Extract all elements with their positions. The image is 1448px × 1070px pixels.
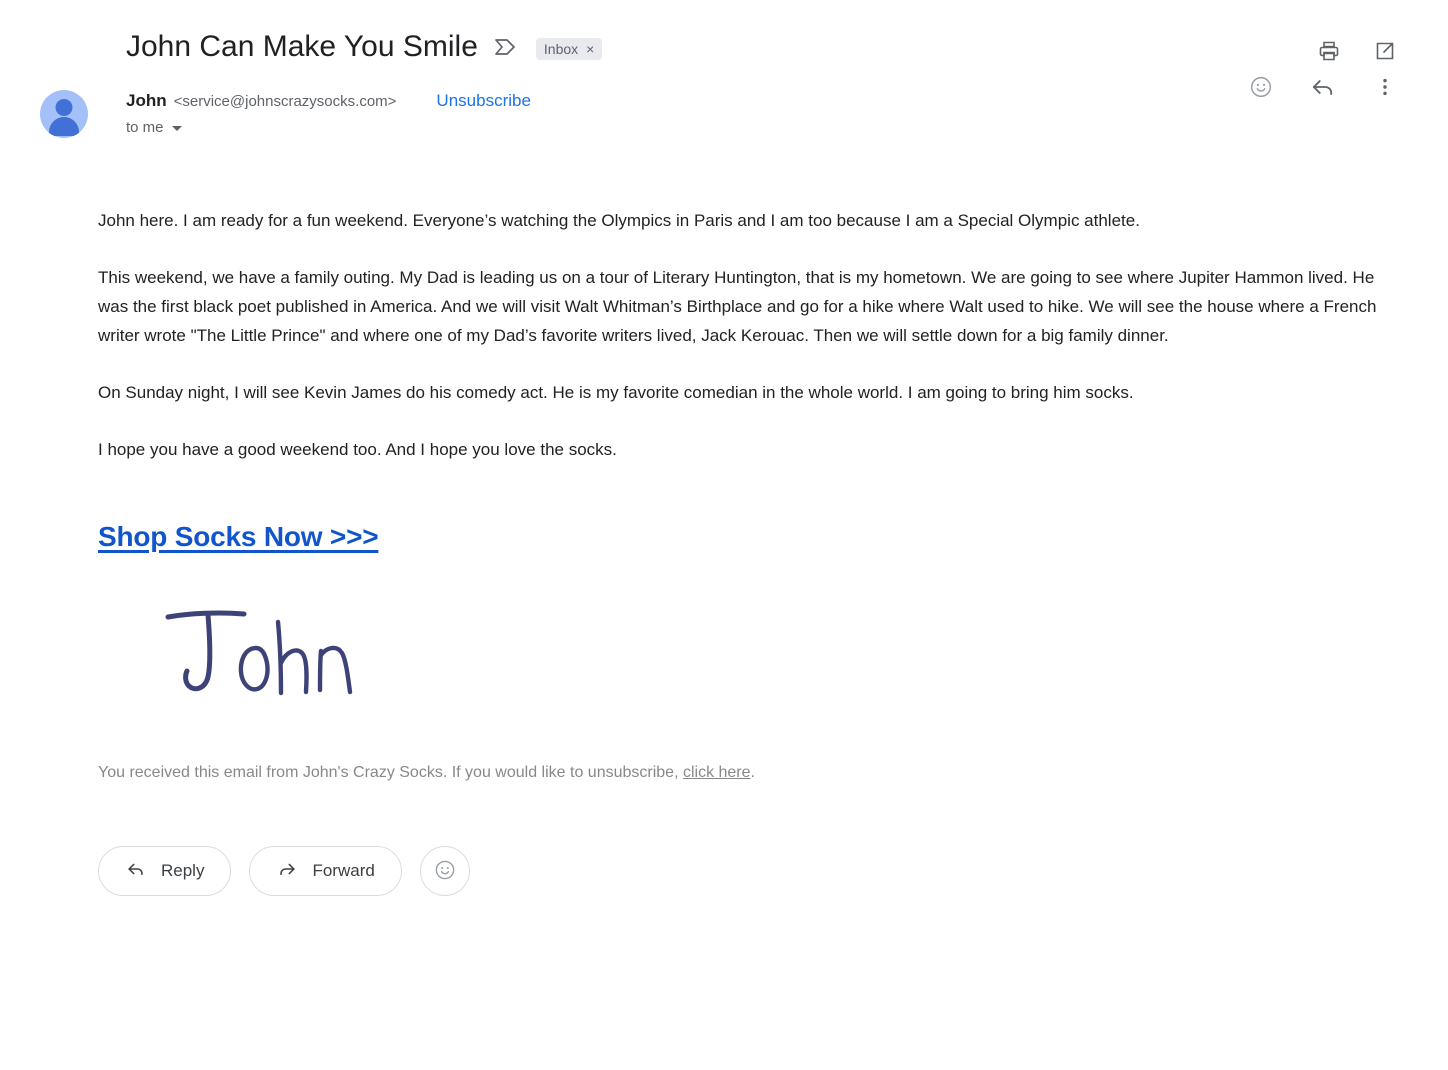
add-reaction-icon	[433, 858, 457, 885]
important-marker-icon[interactable]	[494, 37, 516, 62]
header-action-group	[1316, 38, 1398, 64]
recipient-label: to me	[126, 119, 164, 136]
page-title: John Can Make You Smile	[126, 30, 478, 63]
click-here-link[interactable]: click here	[683, 764, 751, 781]
add-reaction-icon[interactable]	[1248, 74, 1274, 100]
avatar[interactable]	[40, 90, 88, 138]
body-paragraph: I hope you have a good weekend too. And …	[98, 440, 617, 459]
footer-text-before: You received this email from John's Craz…	[98, 764, 683, 781]
message-action-bar: Reply Forward	[98, 846, 1392, 896]
cta-container: Shop Socks Now >>>	[98, 521, 1392, 553]
unsubscribe-footer: You received this email from John's Craz…	[98, 762, 1392, 784]
forward-button[interactable]: Forward	[249, 846, 402, 896]
subject-header: John Can Make You Smile Inbox ×	[0, 0, 1448, 66]
add-reaction-button[interactable]	[419, 846, 470, 896]
label-chip-inbox[interactable]: Inbox ×	[535, 38, 603, 60]
signature-image	[160, 595, 1392, 720]
label-chip-text: Inbox	[543, 41, 579, 57]
sender-email: <service@johnscrazysocks.com>	[173, 93, 397, 110]
email-body: John here. I am ready for a fun weekend.…	[0, 206, 1448, 896]
chevron-down-icon[interactable]	[171, 126, 182, 131]
shop-socks-now-link[interactable]: Shop Socks Now >>>	[98, 521, 379, 552]
open-in-new-icon[interactable]	[1372, 38, 1398, 64]
recipient-toggle[interactable]: to me	[126, 119, 182, 136]
unsubscribe-link[interactable]: Unsubscribe	[436, 91, 531, 111]
label-chip-remove-icon[interactable]: ×	[586, 38, 594, 60]
sender-header: John <service@johnscrazysocks.com> Unsub…	[0, 66, 1448, 138]
forward-button-label: Forward	[312, 861, 375, 880]
reply-arrow-icon	[125, 858, 147, 885]
body-paragraph: John here. I am ready for a fun weekend.…	[98, 211, 1140, 230]
reply-button-label: Reply	[161, 861, 205, 880]
avatar-body	[49, 117, 79, 136]
reply-icon[interactable]	[1310, 74, 1336, 100]
sender-meta: John <service@johnscrazysocks.com> Unsub…	[126, 88, 531, 136]
forward-arrow-icon	[276, 858, 298, 885]
sender-line: John <service@johnscrazysocks.com> Unsub…	[126, 91, 531, 111]
more-options-icon[interactable]	[1372, 74, 1398, 100]
reply-button[interactable]: Reply	[98, 846, 232, 896]
message-action-group	[1248, 74, 1398, 100]
avatar-head	[55, 99, 73, 116]
footer-text-after: .	[750, 764, 755, 781]
body-paragraph: On Sunday night, I will see Kevin James …	[98, 383, 1134, 402]
body-paragraph: This weekend, we have a family outing. M…	[98, 268, 1377, 345]
sender-name: John	[126, 91, 167, 110]
print-icon[interactable]	[1316, 38, 1342, 64]
